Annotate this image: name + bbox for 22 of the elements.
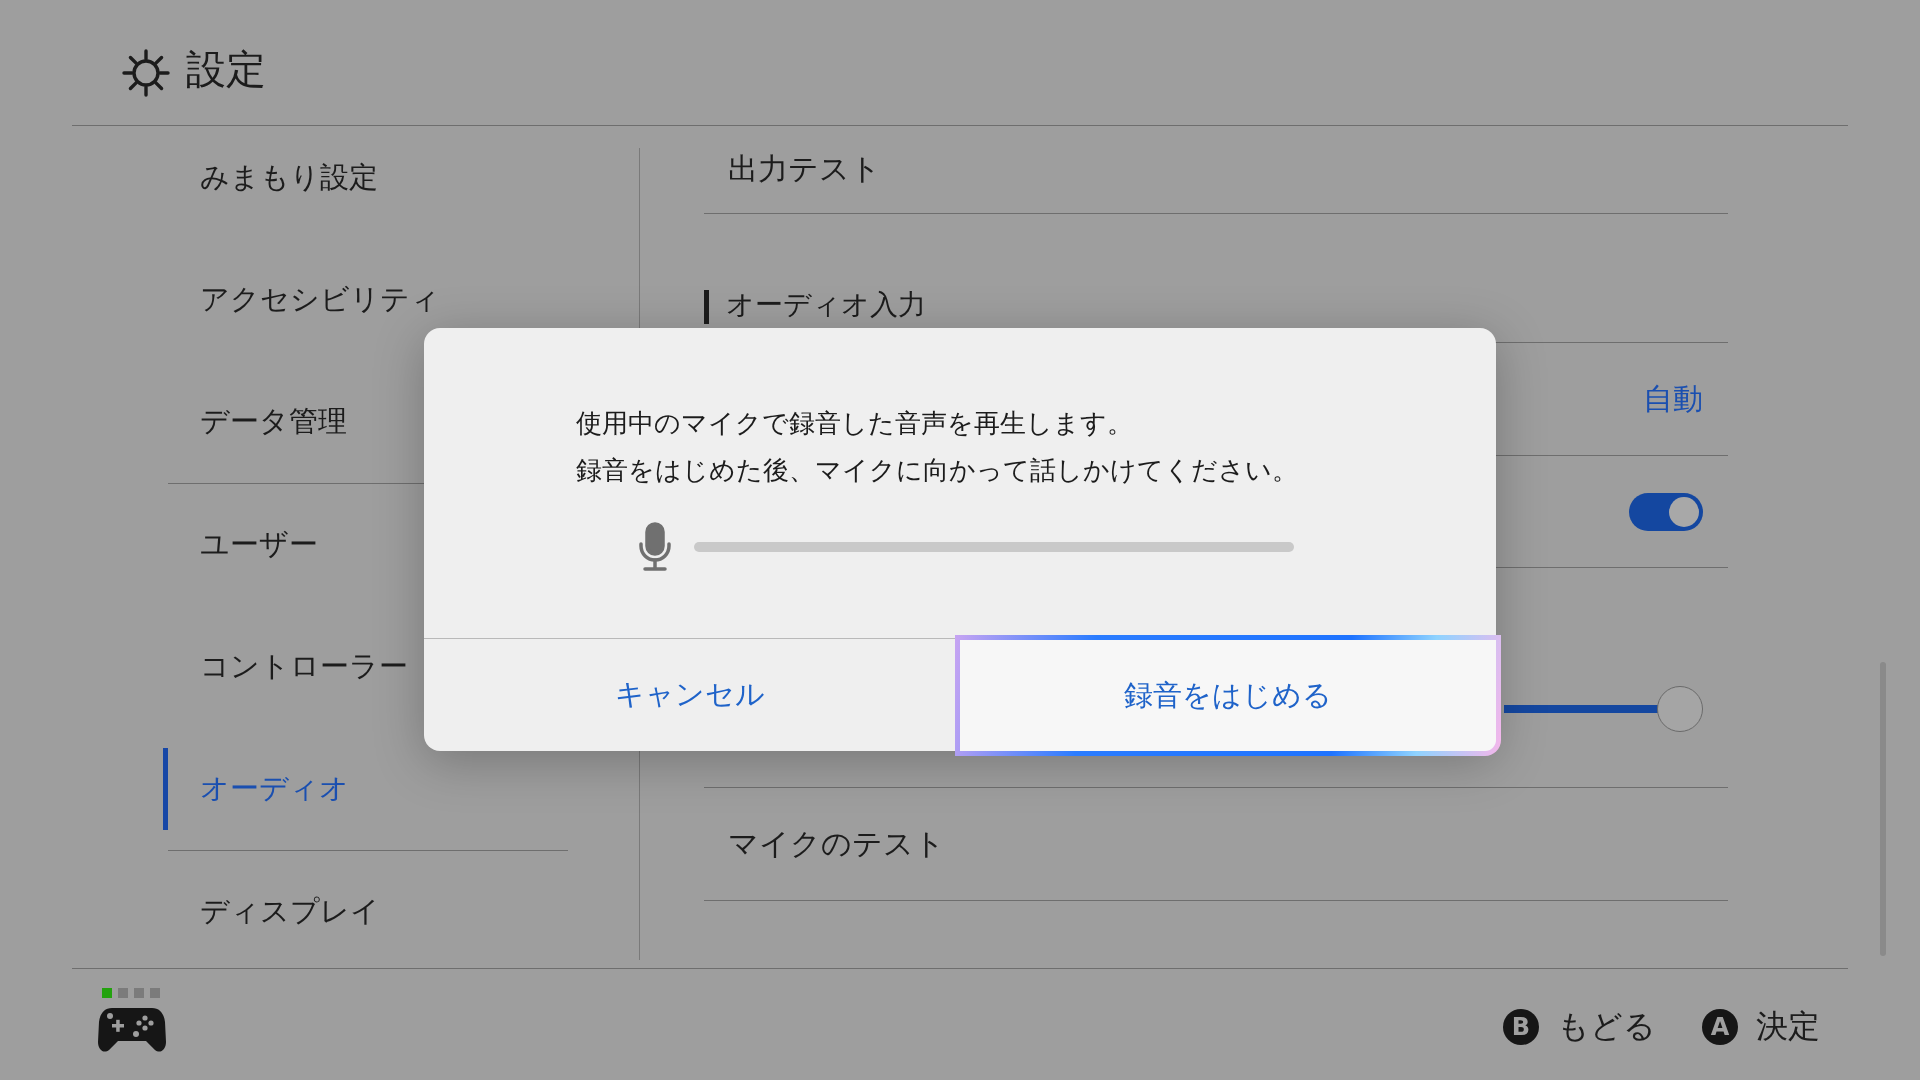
menu-item[interactable]: みまもり設定 [200, 158, 378, 198]
hint-label[interactable]: もどる [1557, 1005, 1656, 1049]
button-glyph: A [1702, 1009, 1738, 1045]
menu-item[interactable]: ユーザー [200, 525, 318, 565]
toggle-switch[interactable] [1629, 492, 1703, 531]
section-heading: 出力テスト [728, 150, 881, 188]
cancel-button[interactable]: キャンセル [424, 639, 955, 751]
settings-icon [122, 49, 170, 97]
page-title: 設定 [186, 45, 266, 94]
section-marker [704, 290, 709, 324]
dialog-message: 録音をはじめた後、マイクに向かって話しかけてください。 [576, 454, 1299, 487]
menu-item[interactable]: ディスプレイ [200, 892, 380, 932]
microphone-icon [638, 522, 672, 572]
menu-item[interactable]: アクセシビリティ [200, 280, 440, 320]
section-heading: マイクのテスト [728, 824, 945, 863]
hint-label[interactable]: 決定 [1756, 1005, 1820, 1049]
button-glyph: B [1503, 1009, 1539, 1045]
menu-item[interactable]: データ管理 [200, 402, 347, 442]
menu-item[interactable]: コントローラー [200, 647, 408, 687]
slider-thumb[interactable] [1657, 686, 1703, 732]
dialog-message: 使用中のマイクで録音した音声を再生します。 [576, 407, 1134, 440]
section-title: オーディオ入力 [726, 287, 926, 323]
